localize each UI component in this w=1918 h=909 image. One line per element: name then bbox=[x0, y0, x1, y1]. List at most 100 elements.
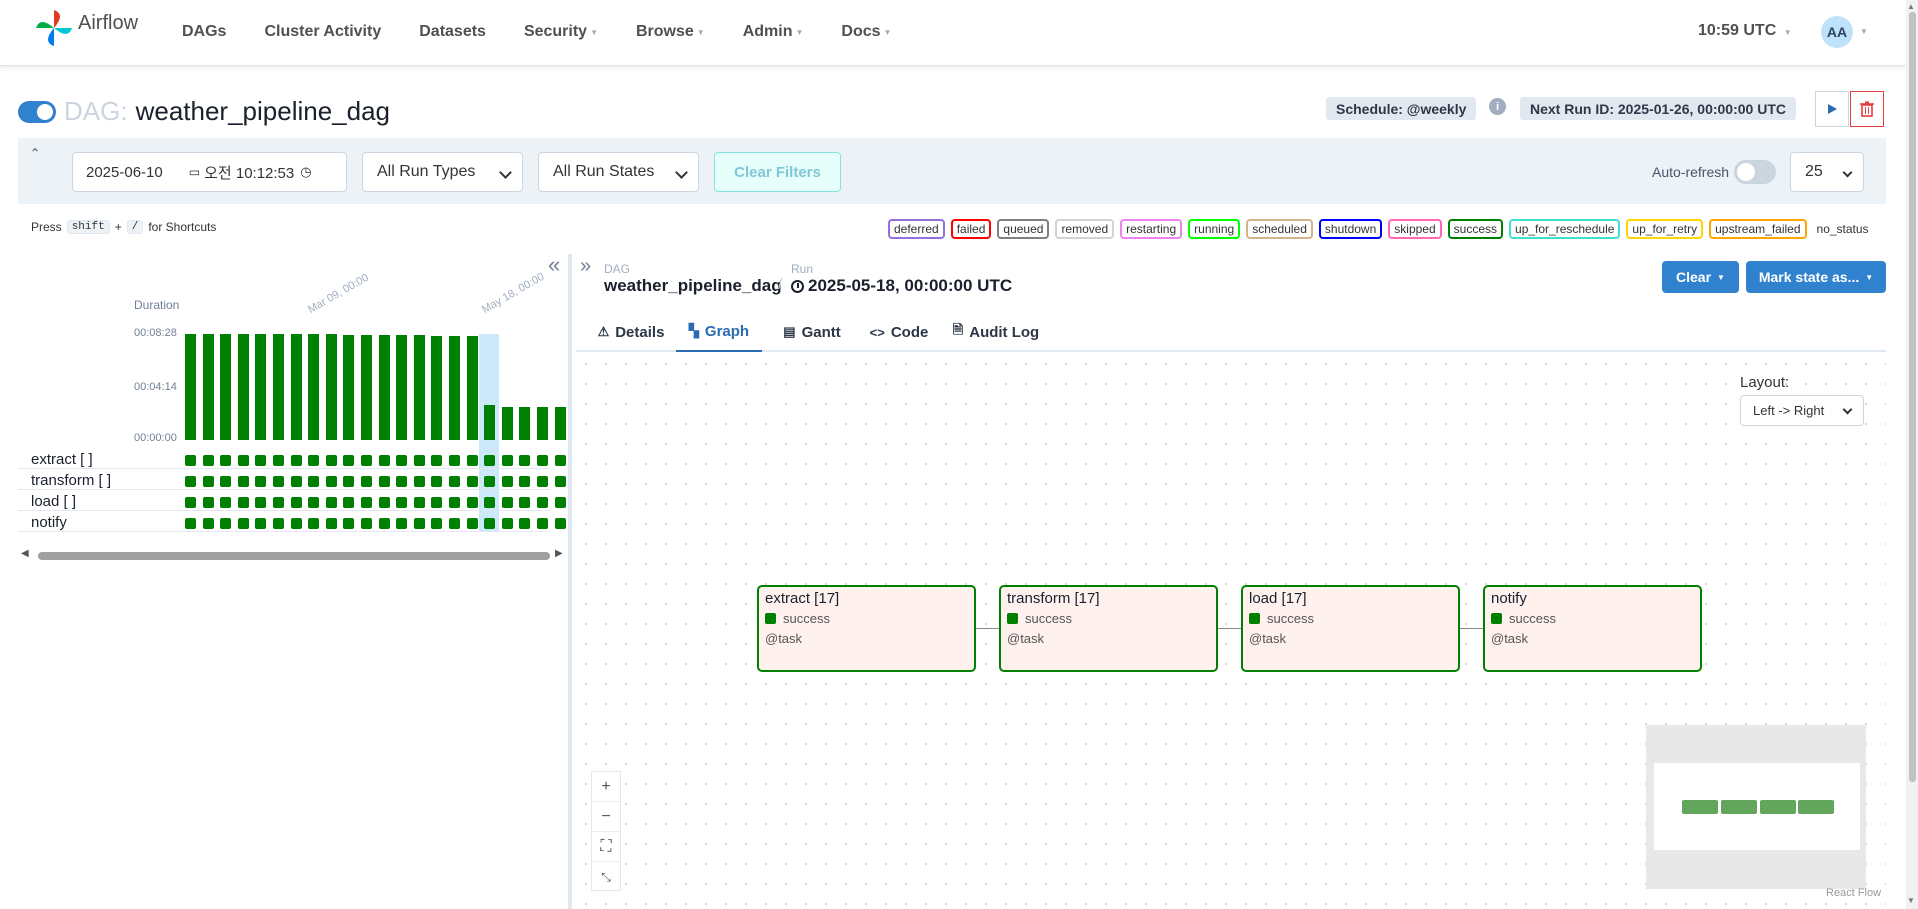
task-instance-square[interactable] bbox=[308, 497, 319, 508]
tab-graph[interactable]: ▚ Graph bbox=[676, 312, 762, 352]
task-name[interactable]: load [ ] bbox=[31, 493, 76, 510]
task-name[interactable]: extract [ ] bbox=[31, 451, 93, 468]
base-date-input[interactable]: 2025-06-10 ▭ 오전 10:12:53 ◷ bbox=[72, 152, 347, 192]
task-instance-square[interactable] bbox=[555, 518, 566, 529]
zoom-out-button[interactable]: − bbox=[592, 802, 620, 832]
task-instance-square[interactable] bbox=[326, 476, 337, 487]
run-duration-bar[interactable] bbox=[519, 407, 530, 440]
task-instance-square[interactable] bbox=[361, 497, 372, 508]
nav-item-dags[interactable]: DAGs bbox=[182, 23, 226, 41]
task-instance-square[interactable] bbox=[502, 518, 513, 529]
run-duration-bar[interactable] bbox=[431, 336, 442, 440]
task-instance-square[interactable] bbox=[273, 476, 284, 487]
run-duration-bar[interactable] bbox=[396, 335, 407, 440]
legend-state-removed[interactable]: removed bbox=[1055, 219, 1115, 239]
task-instance-square[interactable] bbox=[502, 476, 513, 487]
grid-horizontal-scrollbar[interactable] bbox=[38, 552, 550, 560]
task-instance-square[interactable] bbox=[467, 476, 478, 487]
task-instance-square[interactable] bbox=[379, 518, 390, 529]
task-instance-square[interactable] bbox=[396, 455, 407, 466]
run-duration-bar[interactable] bbox=[326, 334, 337, 440]
task-instance-square[interactable] bbox=[343, 518, 354, 529]
clear-run-button[interactable]: Clear ▼ bbox=[1662, 261, 1739, 293]
run-type-select[interactable]: All Run Types bbox=[362, 152, 523, 192]
legend-state-skipped[interactable]: skipped bbox=[1388, 219, 1442, 239]
layout-select[interactable]: Left -> Right bbox=[1740, 395, 1864, 426]
nav-item-admin[interactable]: Admin ▼ bbox=[743, 23, 804, 41]
task-instance-square[interactable] bbox=[343, 497, 354, 508]
breadcrumb-dag-id[interactable]: weather_pipeline_dag bbox=[604, 276, 782, 296]
run-duration-bar[interactable] bbox=[238, 334, 249, 440]
task-instance-square[interactable] bbox=[467, 455, 478, 466]
tab-gantt[interactable]: ▤ Gantt bbox=[772, 312, 852, 352]
task-instance-square[interactable] bbox=[431, 455, 442, 466]
run-duration-bar[interactable] bbox=[379, 335, 390, 440]
task-instance-square[interactable] bbox=[255, 476, 266, 487]
task-instance-square[interactable] bbox=[502, 455, 513, 466]
task-instance-square[interactable] bbox=[361, 518, 372, 529]
legend-state-failed[interactable]: failed bbox=[950, 219, 992, 239]
task-instance-square[interactable] bbox=[467, 518, 478, 529]
task-instance-square[interactable] bbox=[238, 476, 249, 487]
legend-state-running[interactable]: running bbox=[1188, 219, 1241, 239]
task-instance-square[interactable] bbox=[273, 518, 284, 529]
task-instance-square[interactable] bbox=[220, 518, 231, 529]
task-instance-square[interactable] bbox=[467, 497, 478, 508]
scroll-right-icon[interactable]: ▶ bbox=[555, 548, 563, 559]
task-instance-square[interactable] bbox=[449, 455, 460, 466]
run-duration-bar[interactable] bbox=[555, 407, 566, 440]
task-instance-square[interactable] bbox=[484, 497, 495, 508]
task-name[interactable]: notify bbox=[31, 514, 67, 531]
task-instance-square[interactable] bbox=[519, 497, 530, 508]
legend-state-scheduled[interactable]: scheduled bbox=[1246, 219, 1313, 239]
collapse-grid-icon[interactable]: « bbox=[548, 252, 560, 278]
legend-state-queued[interactable]: queued bbox=[997, 219, 1050, 239]
task-instance-square[interactable] bbox=[291, 455, 302, 466]
legend-state-success[interactable]: success bbox=[1447, 219, 1504, 239]
nav-item-security[interactable]: Security ▼ bbox=[524, 23, 598, 41]
tab-code[interactable]: <> Code bbox=[862, 312, 936, 352]
airflow-logo[interactable]: Airflow bbox=[34, 8, 138, 48]
nav-item-browse[interactable]: Browse ▼ bbox=[636, 23, 705, 41]
task-node[interactable]: extract [17] success @task bbox=[757, 585, 976, 672]
task-instance-square[interactable] bbox=[431, 476, 442, 487]
delete-dag-button[interactable] bbox=[1850, 91, 1884, 127]
task-instance-square[interactable] bbox=[185, 476, 196, 487]
task-instance-square[interactable] bbox=[220, 476, 231, 487]
run-duration-bar[interactable] bbox=[308, 334, 319, 440]
task-instance-square[interactable] bbox=[185, 455, 196, 466]
task-instance-square[interactable] bbox=[361, 455, 372, 466]
clock-icon[interactable]: ◷ bbox=[300, 164, 311, 180]
task-instance-square[interactable] bbox=[255, 518, 266, 529]
task-instance-square[interactable] bbox=[291, 497, 302, 508]
task-instance-square[interactable] bbox=[273, 497, 284, 508]
task-instance-square[interactable] bbox=[396, 518, 407, 529]
zoom-in-button[interactable]: + bbox=[592, 772, 620, 802]
task-instance-square[interactable] bbox=[379, 497, 390, 508]
nav-item-docs[interactable]: Docs ▼ bbox=[841, 23, 891, 41]
run-duration-bar[interactable] bbox=[361, 335, 372, 440]
task-instance-square[interactable] bbox=[361, 476, 372, 487]
task-instance-square[interactable] bbox=[326, 518, 337, 529]
task-instance-square[interactable] bbox=[396, 476, 407, 487]
task-instance-square[interactable] bbox=[449, 476, 460, 487]
expand-panel-icon[interactable]: » bbox=[580, 255, 591, 278]
run-duration-bar[interactable] bbox=[343, 335, 354, 440]
run-count-select[interactable]: 25 bbox=[1790, 152, 1864, 192]
task-instance-square[interactable] bbox=[537, 476, 548, 487]
task-instance-square[interactable] bbox=[502, 497, 513, 508]
task-instance-square[interactable] bbox=[396, 497, 407, 508]
info-icon[interactable]: i bbox=[1489, 98, 1506, 115]
calendar-icon[interactable]: ▭ bbox=[189, 165, 200, 179]
task-instance-square[interactable] bbox=[308, 518, 319, 529]
fit-view-button[interactable]: ⛶ bbox=[592, 832, 620, 862]
task-instance-square[interactable] bbox=[414, 518, 425, 529]
task-instance-square[interactable] bbox=[555, 476, 566, 487]
task-instance-square[interactable] bbox=[449, 518, 460, 529]
task-instance-square[interactable] bbox=[238, 497, 249, 508]
run-duration-bar[interactable] bbox=[449, 336, 460, 440]
run-duration-bar[interactable] bbox=[502, 407, 513, 440]
legend-state-restarting[interactable]: restarting bbox=[1120, 219, 1183, 239]
legend-state-upstream-failed[interactable]: upstream_failed bbox=[1709, 219, 1807, 239]
run-duration-bar[interactable] bbox=[220, 334, 231, 440]
